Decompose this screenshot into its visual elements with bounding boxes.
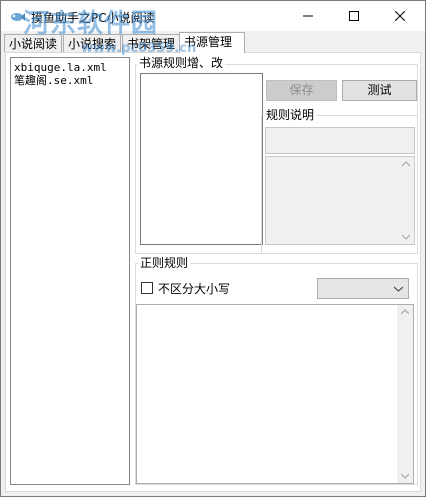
- rule-description-textarea[interactable]: [265, 156, 415, 245]
- case-insensitive-label[interactable]: 不区分大小写: [158, 280, 230, 297]
- chevron-down-icon[interactable]: [401, 473, 409, 479]
- rule-description-label: 规则说明: [264, 108, 317, 122]
- chevron-down-icon[interactable]: [402, 234, 410, 240]
- vertical-scrollbar[interactable]: [398, 157, 414, 244]
- rule-description-field: [265, 127, 415, 154]
- tab-strip: 小说阅读 小说搜索 书架管理 书源管理: [1, 31, 425, 53]
- watermark-url: www.pc0359.cn: [81, 41, 197, 56]
- regex-rule-dropdown[interactable]: [317, 278, 409, 299]
- maximize-button[interactable]: [331, 1, 377, 31]
- chevron-down-icon: [394, 286, 403, 292]
- app-window: 摸鱼助手之PC小说阅读 河东软件园 www.pc0359.cn 小说阅读 小说搜…: [0, 0, 426, 497]
- test-button[interactable]: 测试: [342, 80, 417, 101]
- chevron-up-icon[interactable]: [401, 309, 409, 315]
- maximize-icon: [349, 11, 359, 21]
- minimize-button[interactable]: [285, 1, 331, 31]
- vertical-scrollbar[interactable]: [397, 305, 413, 483]
- save-button[interactable]: 保存: [266, 80, 337, 101]
- chevron-up-icon[interactable]: [402, 161, 410, 167]
- list-item[interactable]: xbiquge.la.xml: [11, 61, 129, 74]
- regex-rule-group-label: 正则规则: [138, 256, 191, 270]
- list-item[interactable]: 笔趣阁.se.xml: [11, 74, 129, 87]
- source-file-list[interactable]: xbiquge.la.xml 笔趣阁.se.xml: [10, 57, 130, 485]
- close-button[interactable]: [377, 1, 423, 31]
- regex-rule-textarea[interactable]: [136, 304, 414, 484]
- close-icon: [395, 11, 405, 21]
- source-management-panel: xbiquge.la.xml 笔趣阁.se.xml 书源规则增、改 保存 测试 …: [5, 52, 421, 492]
- tab-novel-reading[interactable]: 小说阅读: [4, 34, 62, 52]
- title-bar[interactable]: 摸鱼助手之PC小说阅读 河东软件园: [1, 1, 425, 39]
- rule-edit-group-label: 书源规则增、改: [137, 56, 226, 70]
- minimize-icon: [303, 15, 313, 17]
- rule-content-textarea[interactable]: [140, 73, 263, 245]
- case-insensitive-checkbox[interactable]: [141, 282, 153, 294]
